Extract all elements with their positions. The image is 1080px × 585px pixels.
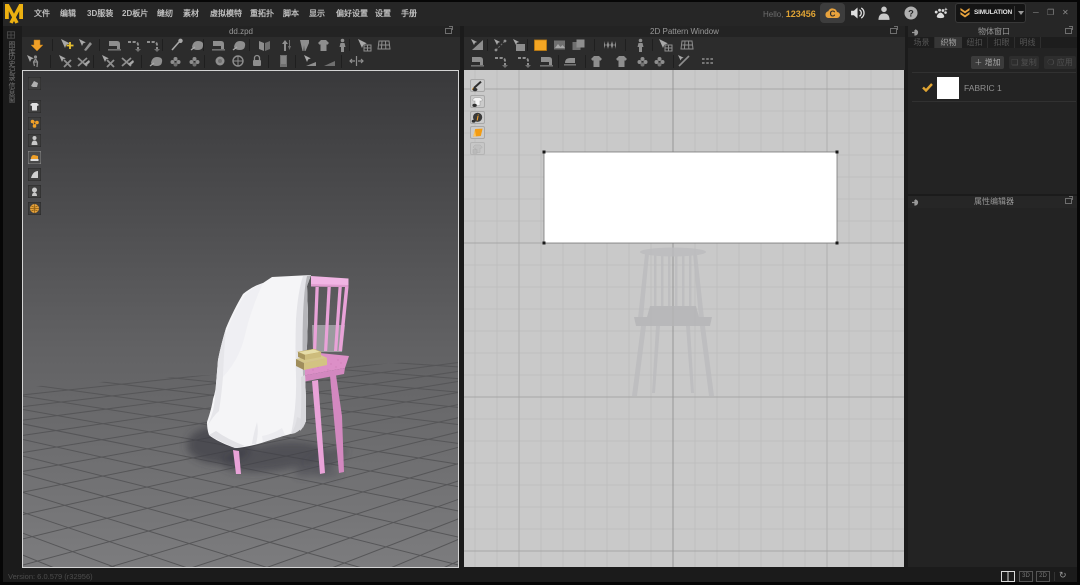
- svg-text:C: C: [830, 10, 836, 19]
- svg-text:?: ?: [908, 8, 914, 18]
